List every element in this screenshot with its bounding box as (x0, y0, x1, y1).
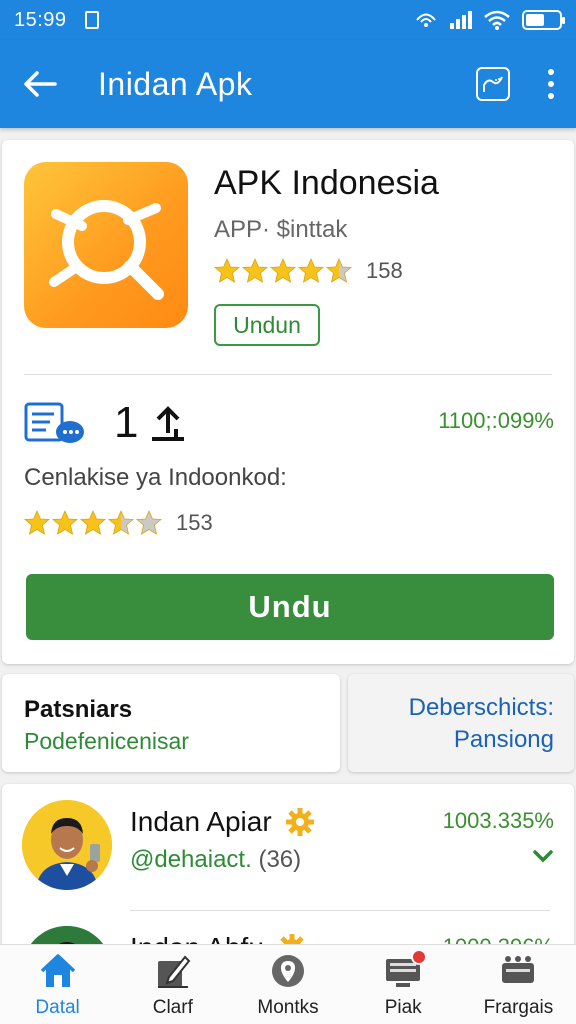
chart-button[interactable] (476, 67, 510, 101)
star-icon (270, 258, 296, 283)
app-bar: Inidan Apk (0, 40, 576, 128)
star-rating (24, 510, 162, 536)
status-icons (414, 10, 565, 30)
gear-badge-icon (285, 808, 314, 836)
status-bar: 15:99 (0, 0, 576, 40)
details-card[interactable]: Deberschicts: Pansiong (348, 674, 574, 772)
bottom-navigation: Datal Clarf Montks Piak Frargais (0, 944, 576, 1024)
divider (24, 374, 552, 375)
app-subtitle: APP· $inttak (214, 216, 348, 243)
more-dot-icon (548, 69, 554, 75)
rating-count: 153 (176, 510, 213, 535)
rating-count: 158 (366, 258, 403, 283)
location-icon (268, 951, 308, 991)
app-rating: 158 (214, 258, 403, 284)
star-icon (298, 258, 324, 283)
person-avatar-icon (22, 800, 112, 890)
partners-title: Patsniars (24, 696, 133, 723)
notification-badge (411, 948, 428, 965)
details-line1: Deberschicts: (408, 694, 554, 721)
star-icon (24, 510, 50, 535)
star-icon (52, 510, 78, 535)
divider (130, 910, 550, 911)
developer-percent: 1003.335% (442, 808, 554, 833)
chevron-down-icon[interactable] (532, 848, 554, 864)
star-rating (214, 258, 352, 284)
more-dot-icon (548, 93, 554, 99)
description: Cenlakise ya Indoonkod: (24, 464, 287, 491)
install-small-button[interactable]: Undun (214, 304, 320, 346)
percent-value: 1100;:099% (438, 408, 554, 433)
sim-icon (84, 11, 99, 29)
developer-name: Indan Apiar (130, 806, 316, 838)
nav-item-piak[interactable]: Piak (346, 945, 461, 1024)
star-icon (242, 258, 268, 283)
monitor-icon (383, 948, 428, 991)
number-label: 1 (114, 398, 188, 448)
developer-count: (36) (258, 846, 302, 873)
avatar[interactable] (22, 800, 112, 890)
details-line2: Pansiong (453, 726, 554, 753)
star-icon (214, 258, 240, 283)
more-dot-icon (548, 81, 554, 87)
signal-icon (450, 11, 472, 29)
secondary-rating: 153 (24, 510, 213, 536)
wifi-icon (484, 10, 510, 30)
nav-item-frargais[interactable]: Frargais (461, 945, 576, 1024)
download-button[interactable]: Undu (26, 574, 554, 640)
battery-icon (522, 10, 565, 30)
home-icon (38, 951, 78, 991)
status-time: 15:99 (14, 8, 67, 31)
app-name: APK Indonesia (214, 164, 439, 202)
developer-handle: @dehaiact. (36) (130, 846, 301, 874)
developer-handle-text: @dehaiact. (130, 846, 252, 873)
partners-card[interactable]: Patsniars Podefenicenisar (2, 674, 340, 772)
nav-label: Piak (384, 996, 422, 1018)
page-title: Inidan Apk (98, 65, 253, 102)
number-value: 1 (114, 398, 139, 447)
device-icon (498, 951, 538, 991)
developer-name-text: Indan Apiar (130, 806, 272, 837)
nfc-icon (416, 13, 436, 27)
more-button[interactable] (546, 69, 556, 99)
star-icon (326, 258, 352, 283)
star-icon (80, 510, 106, 535)
nav-label: Datal (35, 996, 80, 1018)
back-button[interactable] (20, 64, 60, 104)
nav-item-montks[interactable]: Montks (230, 945, 345, 1024)
chart-icon (483, 76, 503, 92)
nav-label: Clarf (152, 996, 193, 1018)
magnifier-icon (49, 200, 164, 300)
app-logo (24, 162, 188, 328)
share-icon (152, 406, 185, 441)
star-icon (108, 510, 134, 535)
partners-subtitle: Podefenicenisar (24, 728, 189, 754)
app-detail-card: APK Indonesia APP· $inttak 158 Undun 1 1… (2, 140, 574, 664)
nav-item-datal[interactable]: Datal (0, 945, 115, 1024)
arrow-left-icon (24, 71, 57, 97)
nav-label: Frargais (483, 996, 554, 1018)
star-icon (136, 510, 162, 535)
nav-item-clarf[interactable]: Clarf (115, 945, 230, 1024)
nav-label: Montks (257, 996, 319, 1018)
edit-icon (153, 951, 193, 991)
document-chat-icon (24, 402, 84, 443)
app-bar-actions (476, 67, 556, 101)
